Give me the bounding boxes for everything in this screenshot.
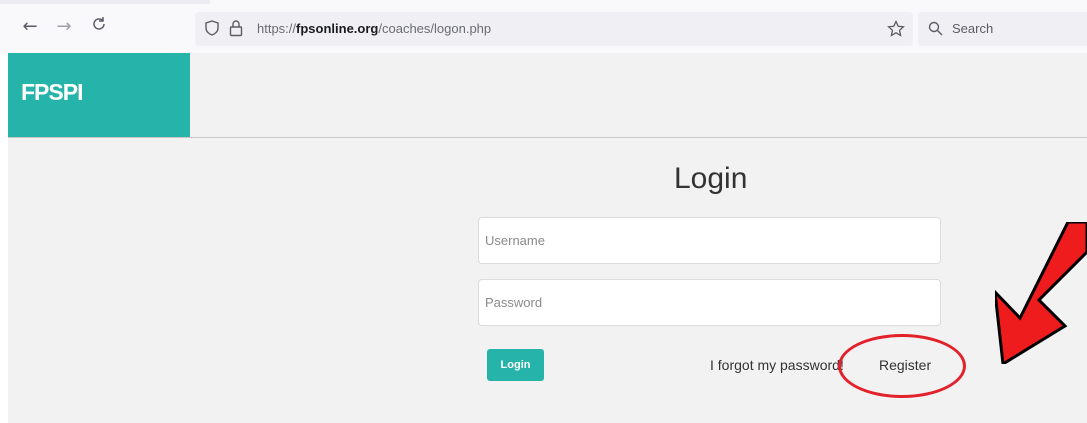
url-prefix: https:// bbox=[257, 21, 297, 36]
forward-arrow-icon[interactable]: → bbox=[53, 16, 75, 38]
url-path: /coaches/logon.php bbox=[378, 21, 492, 36]
page-title: Login bbox=[674, 162, 748, 195]
password-input[interactable] bbox=[478, 279, 941, 326]
username-input[interactable] bbox=[478, 217, 941, 264]
red-highlight-circle bbox=[838, 334, 966, 398]
page-left-margin bbox=[0, 0, 8, 423]
red-arrow-icon bbox=[993, 220, 1087, 369]
search-label: Search bbox=[952, 21, 994, 36]
reload-icon[interactable] bbox=[88, 16, 110, 38]
search-icon bbox=[928, 21, 943, 41]
login-button[interactable]: Login bbox=[487, 349, 544, 381]
url-domain: fpsonline.org bbox=[296, 21, 379, 36]
address-bar[interactable]: https://fpsonline.org/coaches/logon.php bbox=[195, 12, 913, 46]
site-header: FPSPI bbox=[8, 53, 1087, 138]
tab-strip-edge bbox=[0, 0, 210, 4]
forgot-password-link[interactable]: I forgot my password! bbox=[710, 357, 844, 373]
star-bookmark-icon[interactable] bbox=[887, 19, 905, 43]
url-text[interactable]: https://fpsonline.org/coaches/logon.php bbox=[257, 21, 491, 36]
brand-logo[interactable]: FPSPI bbox=[8, 53, 190, 137]
back-arrow-icon[interactable]: ← bbox=[19, 16, 41, 38]
browser-toolbar: ← → https://fpsonline.org/coaches/logon.… bbox=[0, 0, 1087, 53]
brand-name: FPSPI bbox=[21, 79, 83, 105]
lock-icon[interactable] bbox=[229, 19, 243, 42]
browser-search-box[interactable]: Search bbox=[918, 12, 1087, 46]
shield-icon[interactable] bbox=[205, 20, 219, 41]
